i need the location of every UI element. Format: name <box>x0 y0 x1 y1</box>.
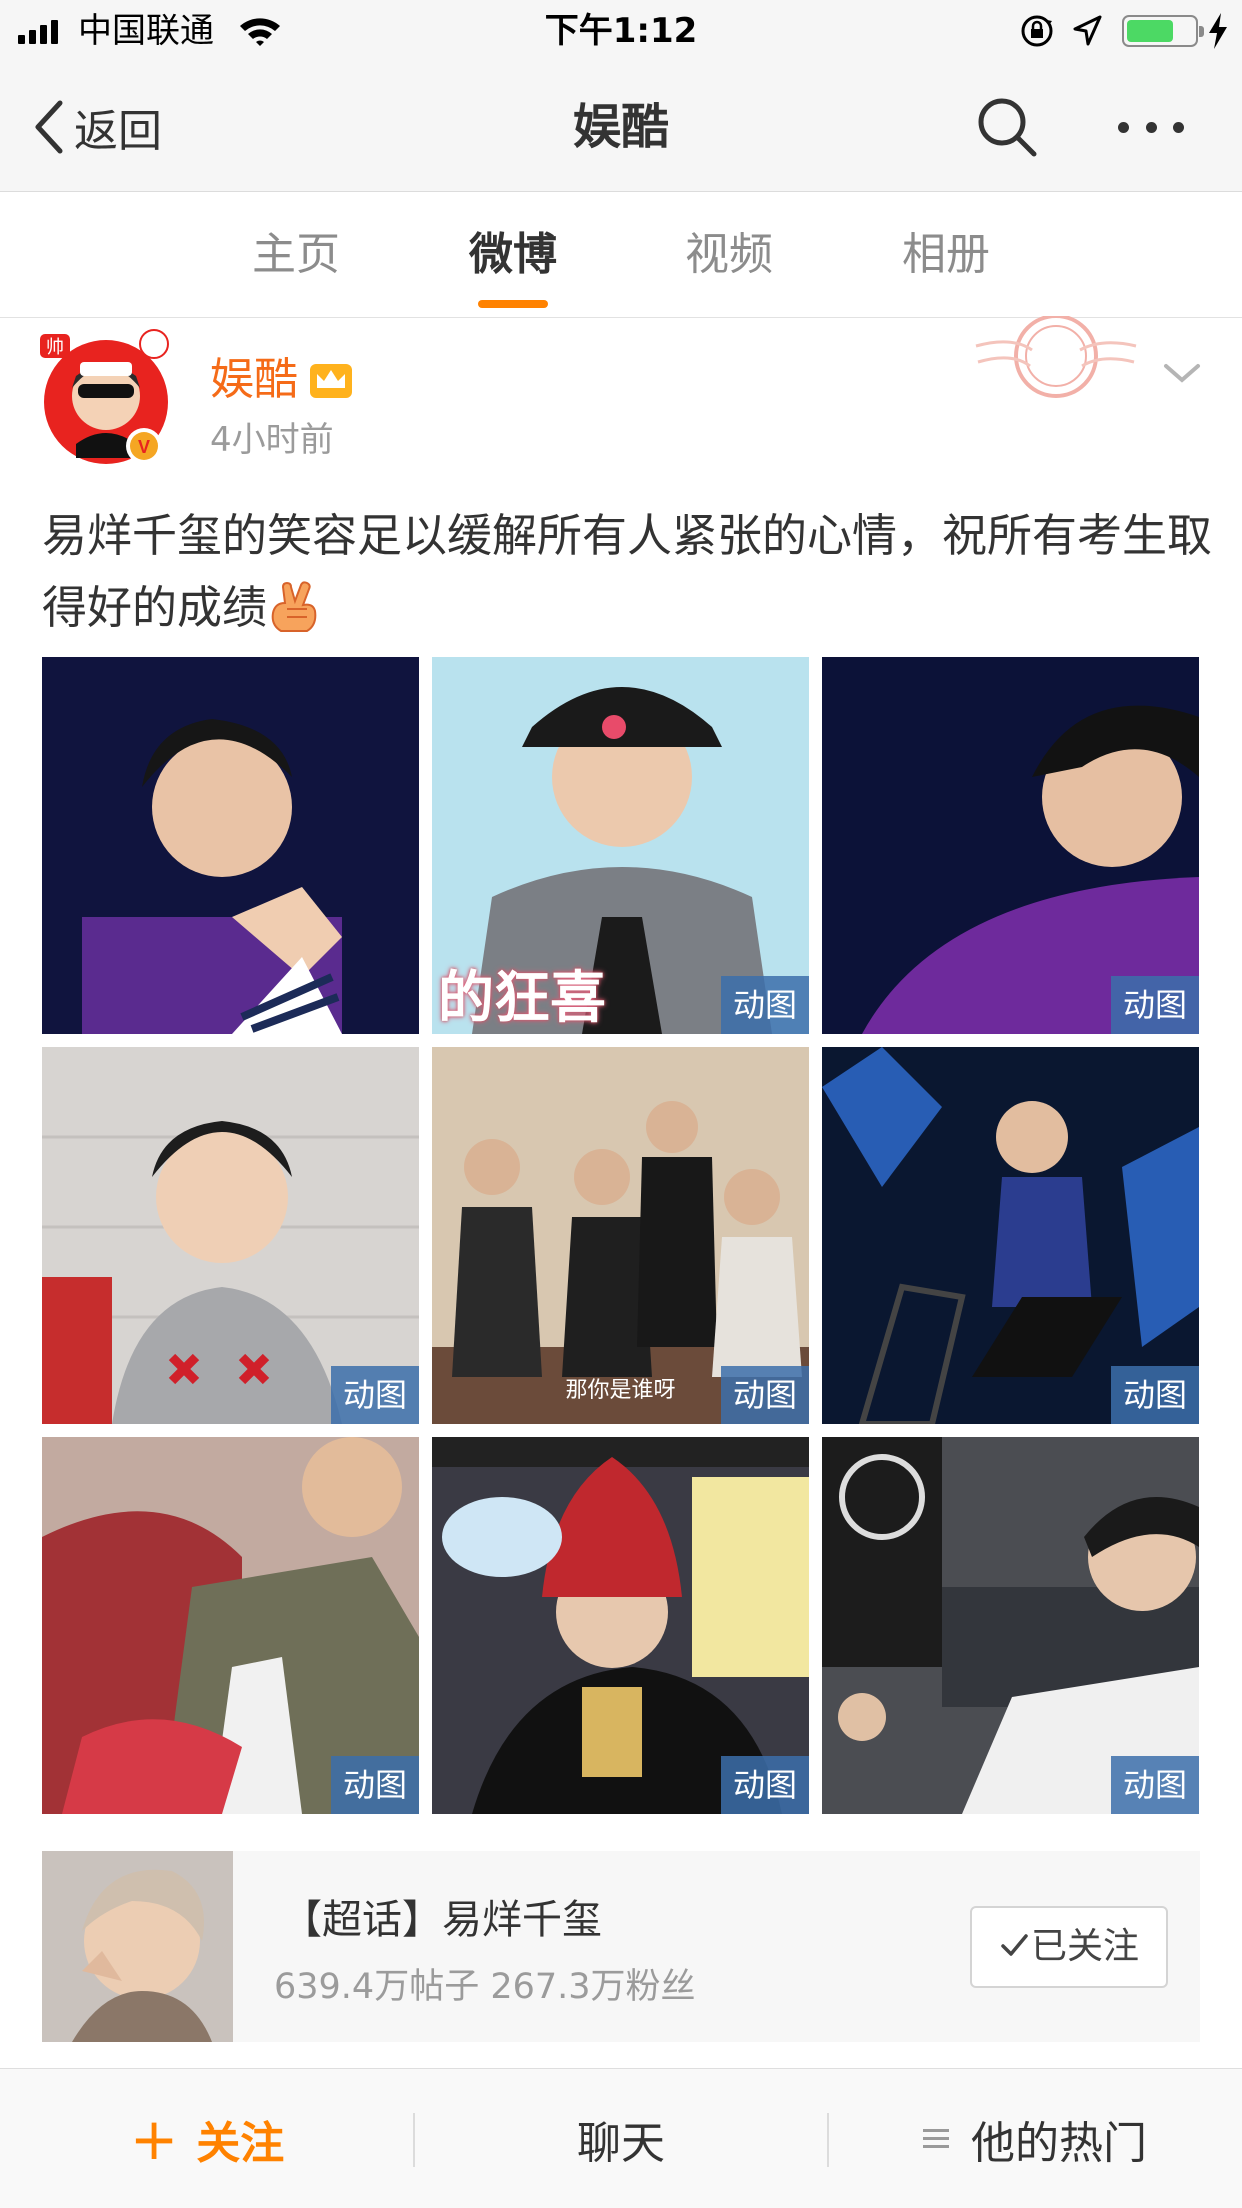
follow-label: 关注 <box>196 2118 285 2169</box>
image-overlay-text: 的狂喜 <box>438 966 606 1031</box>
chat-label: 聊天 <box>577 2118 665 2169</box>
post-image-5[interactable]: 那你是谁呀 动图 <box>432 1047 809 1424</box>
gif-badge: 动图 <box>330 1756 419 1814</box>
tab-video[interactable]: 视频 <box>649 220 809 290</box>
gif-badge: 动图 <box>720 976 809 1034</box>
post-image-grid: 的狂喜 动图 动图 动图 那你是谁呀 动图 动图 动图 动图 动图 <box>42 657 1200 1815</box>
weibo-profile-page: 中国联通 下午1:12 返回 娱酷 主页 微博 视频 相册 V 帅 娱酷 4小时… <box>0 0 1242 2208</box>
author-name[interactable]: 娱酷 <box>210 352 298 408</box>
topic-stats: 639.4万帖子 267.3万粉丝 <box>274 1967 696 2007</box>
search-icon[interactable] <box>976 96 1038 158</box>
post-image-3[interactable]: 动图 <box>822 657 1199 1034</box>
post-image-6[interactable]: 动图 <box>822 1047 1199 1424</box>
followed-button[interactable]: 已关注 <box>970 1906 1168 1988</box>
plus-icon: + <box>129 2105 179 2173</box>
gif-badge: 动图 <box>1110 976 1199 1034</box>
topic-thumbnail <box>42 1851 233 2042</box>
photo-thumbnail <box>42 657 419 1034</box>
post-image-7[interactable]: 动图 <box>42 1437 419 1814</box>
super-topic-card[interactable]: 【超话】易烊千玺 639.4万帖子 267.3万粉丝 已关注 <box>42 1851 1200 2042</box>
tab-weibo[interactable]: 微博 <box>433 220 593 290</box>
post-text: 易烊千玺的笑容足以缓解所有人紧张的心情，祝所有考生取得好的成绩 <box>42 509 1213 634</box>
svg-text:V: V <box>138 437 150 457</box>
followed-label: 已关注 <box>1030 1926 1139 1967</box>
post-time: 4小时前 <box>210 420 334 460</box>
victory-hand-emoji-icon <box>271 581 317 632</box>
active-tab-indicator <box>478 300 548 308</box>
battery-icon <box>1122 15 1204 47</box>
post-image-4[interactable]: 动图 <box>42 1047 419 1424</box>
topic-title: 【超话】易烊千玺 <box>282 1897 602 1943</box>
clock: 下午1:12 <box>544 11 698 51</box>
post-image-1[interactable] <box>42 657 419 1034</box>
post-image-9[interactable]: 动图 <box>822 1437 1199 1814</box>
svg-text:帅: 帅 <box>46 337 64 358</box>
rotation-lock-icon <box>1021 15 1053 47</box>
avatar[interactable]: V 帅 <box>36 326 176 466</box>
page-title: 娱酷 <box>572 99 669 155</box>
charging-icon <box>1209 13 1227 49</box>
tab-album[interactable]: 相册 <box>866 220 1026 290</box>
follow-button[interactable]: + 关注 <box>0 2069 414 2208</box>
headline-stamp-icon <box>975 316 1137 398</box>
battery-fill <box>1127 20 1173 42</box>
gif-badge: 动图 <box>720 1366 809 1424</box>
nav-bar: 返回 娱酷 <box>0 62 1242 192</box>
gif-badge: 动图 <box>1110 1756 1199 1814</box>
gif-badge: 动图 <box>1110 1366 1199 1424</box>
location-icon <box>1073 15 1102 46</box>
hot-posts-label: 他的热门 <box>971 2118 1147 2169</box>
list-icon <box>923 2127 949 2151</box>
tab-home[interactable]: 主页 <box>216 220 376 290</box>
gif-badge: 动图 <box>720 1756 809 1814</box>
post-image-8[interactable]: 动图 <box>432 1437 809 1814</box>
more-icon[interactable] <box>1118 117 1184 137</box>
member-crown-icon <box>310 364 352 398</box>
bottom-action-bar: + 关注 聊天 他的热门 <box>0 2068 1242 2208</box>
status-bar: 中国联通 下午1:12 <box>0 0 1242 62</box>
post-body: 易烊千玺的笑容足以缓解所有人紧张的心情，祝所有考生取得好的成绩 <box>42 500 1212 644</box>
profile-tabs: 主页 微博 视频 相册 <box>0 192 1242 318</box>
post-image-2[interactable]: 的狂喜 动图 <box>432 657 809 1034</box>
checkmark-icon <box>1001 1934 1028 1956</box>
chat-button[interactable]: 聊天 <box>414 2069 828 2208</box>
gif-badge: 动图 <box>330 1366 419 1424</box>
hot-posts-button[interactable]: 他的热门 <box>828 2069 1242 2208</box>
chevron-down-icon[interactable] <box>1162 360 1202 386</box>
